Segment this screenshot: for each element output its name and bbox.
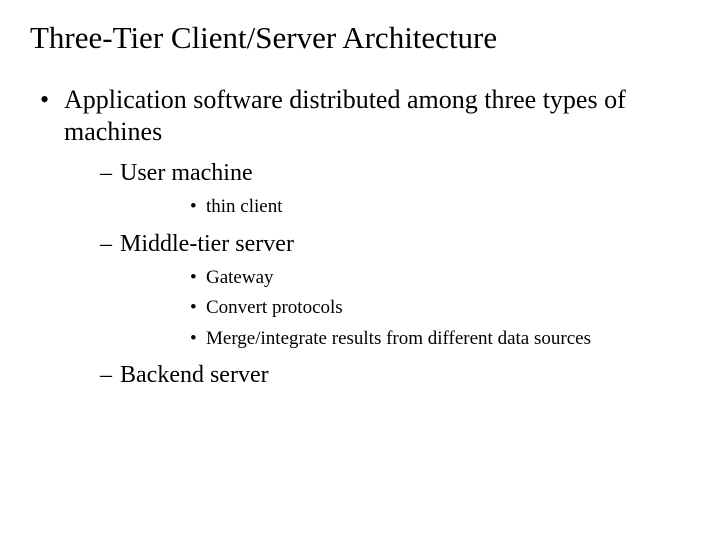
slide-title: Three-Tier Client/Server Architecture	[30, 20, 690, 56]
slide: Three-Tier Client/Server Architecture Ap…	[0, 0, 720, 540]
l1-item: Application software distributed among t…	[30, 84, 690, 392]
l3-item: Merge/integrate results from different d…	[120, 325, 690, 354]
bullet-list-level2: User machine thin client Middle-tier ser…	[64, 157, 690, 392]
l2-text: User machine	[120, 160, 253, 186]
l2-text: Backend server	[120, 362, 269, 388]
l1-text: Application software distributed among t…	[64, 85, 626, 147]
bullet-list-level3: thin client	[120, 193, 690, 222]
l3-text: Merge/integrate results from different d…	[206, 328, 591, 349]
l2-item: Backend server	[64, 359, 690, 391]
l3-text: Gateway	[206, 267, 274, 288]
l3-text: Convert protocols	[206, 297, 343, 318]
l3-item: thin client	[120, 193, 690, 222]
l2-text: Middle-tier server	[120, 231, 294, 257]
l2-item: Middle-tier server Gateway Convert proto…	[64, 228, 690, 354]
bullet-list-level1: Application software distributed among t…	[30, 84, 690, 392]
l3-item: Gateway	[120, 264, 690, 293]
l2-item: User machine thin client	[64, 157, 690, 222]
bullet-list-level3: Gateway Convert protocols Merge/integrat…	[120, 264, 690, 354]
l3-item: Convert protocols	[120, 294, 690, 323]
l3-text: thin client	[206, 196, 283, 217]
